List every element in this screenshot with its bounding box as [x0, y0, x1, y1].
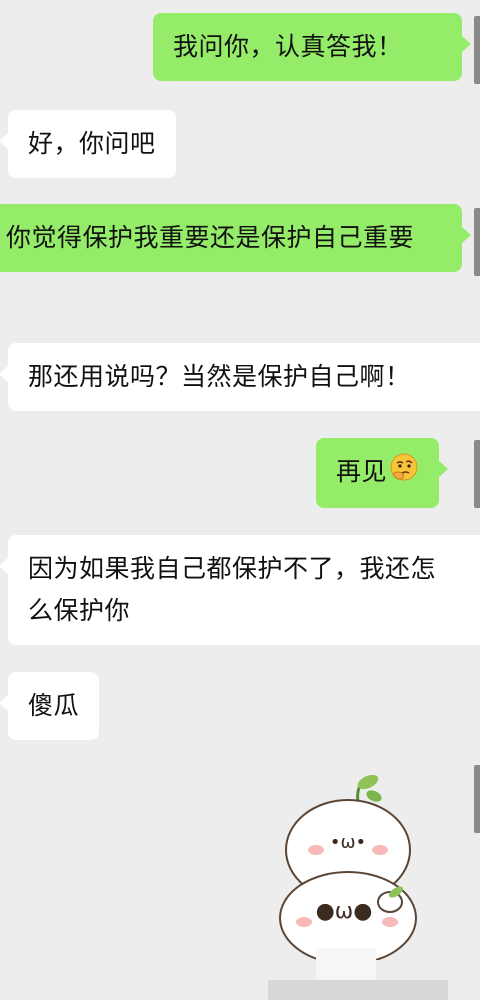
sent-message-bubble[interactable]: 我问你，认真答我！: [153, 13, 471, 81]
received-message-bubble[interactable]: 好，你问吧: [0, 110, 176, 178]
message-row: 傻瓜: [0, 672, 100, 740]
message-row: 我问你，认真答我！: [153, 13, 471, 81]
received-message-bubble[interactable]: 那还用说吗？当然是保护自己啊！: [0, 343, 480, 411]
message-text: 再见: [336, 457, 388, 486]
svg-text:●ω●: ●ω●: [316, 899, 373, 924]
message-text: 你觉得保护我重要还是保护自己重要: [6, 223, 415, 252]
avatar[interactable]: [474, 16, 480, 84]
received-message-bubble[interactable]: 因为如果我自己都保护不了，我还怎么保护你: [0, 535, 480, 645]
message-text: 好，你问吧: [28, 129, 156, 158]
message-text: 那还用说吗？当然是保护自己啊！: [28, 362, 411, 391]
message-row: 你觉得保护我重要还是保护自己重要: [0, 204, 471, 272]
sent-message-bubble[interactable]: 再见: [316, 438, 449, 508]
sent-message-bubble[interactable]: 你觉得保护我重要还是保护自己重要: [0, 204, 471, 272]
message-text: 因为如果我自己都保护不了，我还怎么保护你: [28, 554, 437, 625]
message-row: 因为如果我自己都保护不了，我还怎么保护你: [0, 535, 480, 645]
blurred-watermark: [268, 980, 448, 1000]
avatar[interactable]: [474, 765, 480, 833]
thinking-face-icon: [389, 452, 419, 495]
sticker-face: •ω•: [330, 832, 366, 853]
sticker-image[interactable]: •ω• ●ω●: [272, 770, 432, 965]
avatar[interactable]: [474, 208, 480, 276]
message-row: 再见: [316, 438, 449, 508]
message-row: 好，你问吧: [0, 110, 176, 178]
message-row: 那还用说吗？当然是保护自己啊！: [0, 343, 480, 411]
avatar[interactable]: [474, 440, 480, 508]
message-text: 我问你，认真答我！: [173, 32, 403, 61]
received-message-bubble[interactable]: 傻瓜: [0, 672, 100, 740]
message-text: 傻瓜: [28, 691, 80, 720]
